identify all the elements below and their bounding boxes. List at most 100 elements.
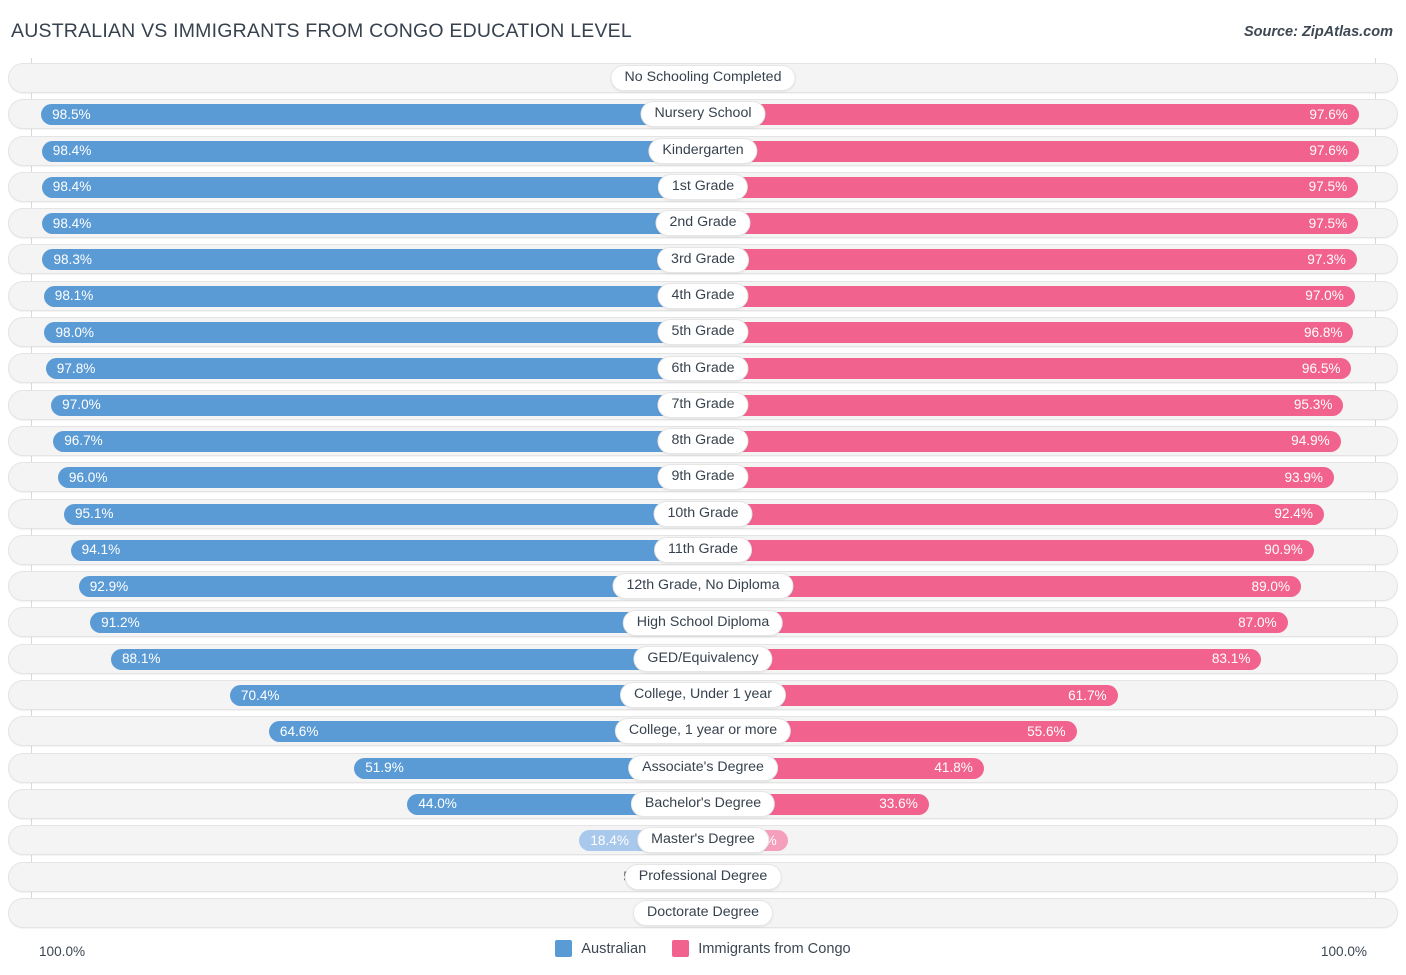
bar-immigrants-from-congo[interactable]: 95.3% [703, 394, 1344, 416]
bar-category-label: Associate's Degree [628, 754, 778, 781]
bar-value-australian: 98.3% [53, 252, 92, 268]
bar-immigrants-from-congo[interactable]: 97.3% [703, 249, 1357, 271]
bar-immigrants-from-congo[interactable]: 83.1% [703, 648, 1262, 670]
bar-row: 1.6%2.4%No Schooling Completed [0, 60, 1406, 96]
bar-category-label: 4th Grade [657, 282, 749, 309]
bar-category-label: 11th Grade [654, 537, 752, 563]
bar-value-australian: 51.9% [365, 760, 404, 776]
bar-immigrants-from-congo[interactable]: 96.8% [703, 322, 1354, 344]
bar-value-australian: 98.4% [52, 143, 92, 159]
bar-immigrants-from-congo[interactable]: 93.9% [703, 467, 1334, 489]
bar-immigrants-from-congo[interactable]: 97.6% [703, 104, 1359, 126]
legend-swatch-icon [672, 940, 690, 957]
bar-category-label: No Schooling Completed [610, 65, 796, 92]
bar-category-label: 2nd Grade [655, 210, 751, 237]
bar-category-label: 9th Grade [657, 464, 749, 491]
bar-row: 44.0% 33.6% Bachelor's Degree [0, 786, 1406, 822]
bar-australian[interactable]: 98.0% [44, 322, 703, 344]
legend-label: Immigrants from Congo [698, 940, 851, 957]
bar-value-immigrants-from-congo: 41.8% [934, 760, 973, 776]
bar-category-label: 6th Grade [657, 355, 749, 382]
bar-value-australian: 44.0% [418, 796, 457, 812]
bar-australian[interactable]: 96.7% [53, 430, 703, 452]
bar-australian[interactable]: 88.1% [110, 648, 703, 670]
bar-immigrants-from-congo[interactable]: 90.9% [703, 539, 1314, 561]
bar-australian[interactable]: 96.0% [57, 467, 703, 489]
bar-row: 94.1% 90.9% 11th Grade [0, 532, 1406, 568]
bar-row: 51.9% 41.8% Associate's Degree [0, 750, 1406, 786]
bar-row: 18.4%12.6%Master's Degree [0, 822, 1406, 858]
bar-immigrants-from-congo[interactable]: 96.5% [703, 358, 1352, 380]
bar-value-immigrants-from-congo: 96.8% [1303, 324, 1343, 340]
bar-australian[interactable]: 98.3% [42, 249, 703, 271]
bar-value-immigrants-from-congo: 97.5% [1308, 215, 1348, 231]
bar-value-immigrants-from-congo: 61.7% [1068, 687, 1107, 703]
bar-value-immigrants-from-congo: 55.6% [1027, 724, 1066, 740]
bar-category-label: Nursery School [640, 101, 766, 128]
bar-value-australian: 70.4% [240, 687, 280, 703]
bar-immigrants-from-congo[interactable]: 92.4% [703, 503, 1324, 525]
bar-australian[interactable]: 98.5% [41, 104, 703, 126]
bar-category-label: 1st Grade [657, 174, 749, 200]
bar-immigrants-from-congo[interactable]: 97.0% [703, 285, 1355, 307]
bar-australian[interactable]: 97.0% [51, 394, 703, 416]
bar-australian[interactable]: 98.4% [41, 176, 703, 198]
bar-australian[interactable]: 97.8% [45, 358, 703, 380]
chart-page: AUSTRALIAN VS IMMIGRANTS FROM CONGO EDUC… [0, 0, 1406, 975]
bar-row: 97.0% 95.3% 7th Grade [0, 387, 1406, 423]
bar-australian[interactable]: 95.1% [63, 503, 703, 525]
legend-item[interactable]: Immigrants from Congo [672, 940, 851, 957]
bar-row: 98.1% 97.0% 4th Grade [0, 278, 1406, 314]
bar-value-immigrants-from-congo: 87.0% [1238, 615, 1277, 631]
chart-plot-area: 1.6%2.4%No Schooling Completed 98.5% 97.6%… [0, 58, 1406, 938]
bar-category-label: Doctorate Degree [633, 900, 773, 926]
bar-australian[interactable]: 91.2% [90, 612, 703, 634]
bar-value-australian: 97.0% [62, 397, 101, 413]
bar-value-australian: 94.1% [81, 542, 121, 558]
bar-row: 2.4%1.6%Doctorate Degree [0, 895, 1406, 931]
bar-australian[interactable]: 94.1% [70, 539, 703, 561]
bar-value-immigrants-from-congo: 97.5% [1308, 179, 1348, 195]
bar-immigrants-from-congo[interactable]: 87.0% [703, 612, 1288, 634]
bar-value-immigrants-from-congo: 94.9% [1291, 433, 1330, 449]
bar-category-label: 3rd Grade [657, 246, 749, 273]
bar-row: 70.4% 61.7% College, Under 1 year [0, 677, 1406, 713]
bar-australian[interactable]: 98.1% [43, 285, 703, 307]
bar-immigrants-from-congo[interactable]: 94.9% [703, 430, 1341, 452]
legend-item[interactable]: Australian [555, 940, 646, 957]
bar-category-label: College, Under 1 year [619, 682, 787, 709]
bar-immigrants-from-congo[interactable]: 97.5% [703, 176, 1359, 198]
bar-category-label: GED/Equivalency [633, 645, 773, 672]
bar-category-label: 12th Grade, No Diploma [612, 573, 794, 600]
bar-row: 92.9% 89.0% 12th Grade, No Diploma [0, 568, 1406, 604]
legend-label: Australian [581, 940, 647, 957]
bar-row: 98.3% 97.3% 3rd Grade [0, 241, 1406, 277]
chart-legend: Australian Immigrants from Congo [0, 940, 1406, 957]
bar-row: 98.5% 97.6% Nursery School [0, 96, 1406, 132]
bar-category-label: Professional Degree [624, 863, 782, 890]
bar-category-label: 5th Grade [657, 319, 749, 346]
bar-value-australian: 91.2% [101, 615, 140, 631]
bar-value-immigrants-from-congo: 89.0% [1251, 578, 1291, 594]
bar-row: 91.2% 87.0% High School Diploma [0, 604, 1406, 640]
bar-row: 98.0% 96.8% 5th Grade [0, 314, 1406, 350]
bar-category-label: 7th Grade [657, 391, 749, 418]
bar-value-immigrants-from-congo: 92.4% [1274, 506, 1313, 522]
bar-category-label: Bachelor's Degree [630, 791, 776, 818]
bar-category-label: Kindergarten [648, 137, 758, 164]
bar-australian[interactable]: 98.4% [41, 140, 703, 162]
bar-value-immigrants-from-congo: 33.6% [879, 796, 918, 812]
bar-value-australian: 96.0% [68, 469, 108, 485]
bar-value-immigrants-from-congo: 96.5% [1301, 361, 1341, 377]
bar-category-label: College, 1 year or more [614, 718, 792, 745]
bar-value-australian: 95.1% [74, 506, 114, 522]
page-title: AUSTRALIAN VS IMMIGRANTS FROM CONGO EDUC… [11, 20, 632, 42]
bar-australian[interactable]: 98.4% [41, 213, 703, 235]
bar-immigrants-from-congo[interactable]: 97.5% [703, 213, 1359, 235]
bar-value-australian: 98.4% [52, 215, 92, 231]
bar-value-australian: 92.9% [89, 578, 129, 594]
chart-header: AUSTRALIAN VS IMMIGRANTS FROM CONGO EDUC… [0, 0, 1406, 58]
bar-australian[interactable]: 92.9% [78, 576, 703, 598]
bar-immigrants-from-congo[interactable]: 97.6% [703, 140, 1359, 162]
bar-category-label: 10th Grade [653, 500, 753, 527]
